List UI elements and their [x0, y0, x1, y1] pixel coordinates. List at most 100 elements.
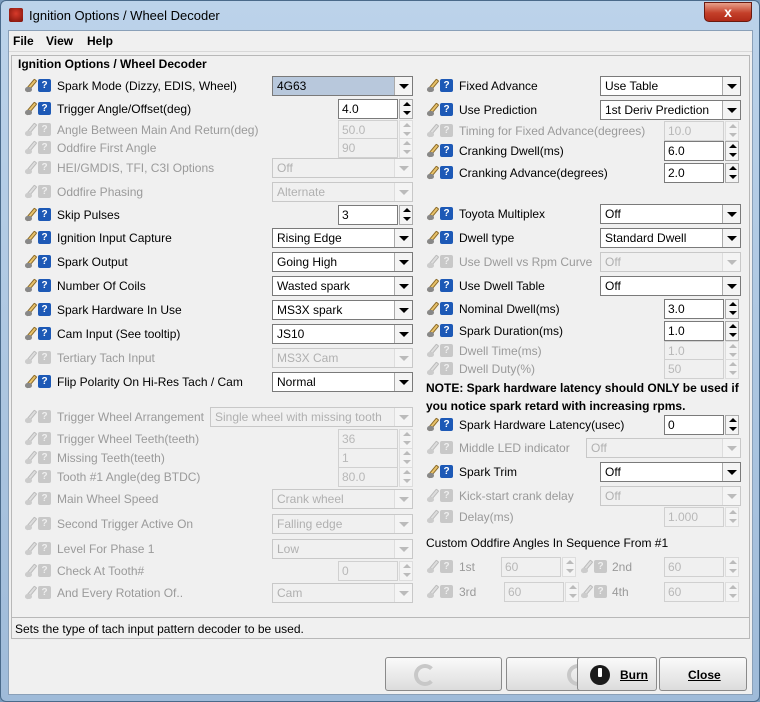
undo-button[interactable] — [385, 657, 502, 691]
chevron-down-icon[interactable] — [722, 229, 740, 247]
title-bar[interactable]: Ignition Options / Wheel Decoder x — [1, 1, 759, 29]
edit-icon[interactable] — [24, 254, 38, 269]
num-coils-select[interactable]: Wasted spark — [272, 276, 413, 296]
spark-hw-select[interactable]: MS3X spark — [272, 300, 413, 320]
edit-icon[interactable] — [426, 464, 440, 479]
chevron-down-icon[interactable] — [394, 277, 412, 295]
menu-help[interactable]: Help — [87, 34, 113, 48]
edit-icon[interactable] — [24, 101, 38, 116]
help-icon[interactable]: ? — [440, 465, 453, 478]
chevron-down-icon[interactable] — [394, 301, 412, 319]
row-oddfire-phasing: ? Oddfire Phasing Alternate — [24, 181, 424, 203]
flip-polarity-select[interactable]: Normal — [272, 372, 413, 392]
help-icon[interactable]: ? — [38, 231, 51, 244]
help-icon[interactable]: ? — [38, 102, 51, 115]
chevron-down-icon[interactable] — [722, 277, 740, 295]
edit-icon[interactable] — [24, 278, 38, 293]
edit-icon[interactable] — [24, 302, 38, 317]
dwell-type-select[interactable]: Standard Dwell — [600, 228, 741, 248]
help-icon[interactable]: ? — [440, 207, 453, 220]
dwell-table-select[interactable]: Off — [600, 276, 741, 296]
nominal-dwell-input[interactable]: 3.0 — [664, 299, 739, 319]
help-icon[interactable]: ? — [440, 103, 453, 116]
spinner-icon[interactable] — [725, 415, 739, 435]
spinner-icon[interactable] — [725, 163, 739, 183]
spinner-icon — [725, 359, 739, 379]
help-icon: ? — [440, 124, 453, 137]
help-icon[interactable]: ? — [38, 303, 51, 316]
chevron-down-icon[interactable] — [394, 325, 412, 343]
chevron-down-icon[interactable] — [722, 463, 740, 481]
chevron-down-icon[interactable] — [394, 77, 412, 95]
spark-trim-select[interactable]: Off — [600, 462, 741, 482]
row-input-capture: ? Ignition Input Capture Rising Edge — [24, 227, 424, 249]
edit-icon[interactable] — [426, 143, 440, 158]
help-icon[interactable]: ? — [38, 79, 51, 92]
help-icon[interactable]: ? — [440, 302, 453, 315]
edit-icon[interactable] — [426, 165, 440, 180]
help-icon[interactable]: ? — [440, 418, 453, 431]
chevron-down-icon[interactable] — [722, 77, 740, 95]
spinner-icon — [399, 467, 413, 487]
cam-input-select[interactable]: JS10 — [272, 324, 413, 344]
menu-file[interactable]: File — [13, 34, 34, 48]
chevron-down-icon[interactable] — [394, 229, 412, 247]
input-capture-select[interactable]: Rising Edge — [272, 228, 413, 248]
cranking-advance-input[interactable]: 2.0 — [664, 163, 739, 183]
burn-button[interactable]: Burn — [577, 657, 657, 691]
help-icon[interactable]: ? — [38, 375, 51, 388]
spark-duration-input[interactable]: 1.0 — [664, 321, 739, 341]
edit-icon[interactable] — [24, 207, 38, 222]
help-icon[interactable]: ? — [38, 327, 51, 340]
field-label: 3rd — [459, 585, 477, 599]
help-icon[interactable]: ? — [440, 279, 453, 292]
latency-input[interactable]: 0 — [664, 415, 739, 435]
trigger-angle-input[interactable]: 4.0 — [338, 99, 413, 119]
edit-icon[interactable] — [24, 78, 38, 93]
menu-view[interactable]: View — [46, 34, 73, 48]
help-icon[interactable]: ? — [440, 79, 453, 92]
help-icon[interactable]: ? — [38, 208, 51, 221]
help-icon[interactable]: ? — [38, 255, 51, 268]
chevron-down-icon — [722, 253, 740, 271]
cranking-dwell-input[interactable]: 6.0 — [664, 141, 739, 161]
edit-icon[interactable] — [24, 230, 38, 245]
help-icon[interactable]: ? — [440, 166, 453, 179]
help-icon[interactable]: ? — [440, 324, 453, 337]
chevron-down-icon[interactable] — [722, 205, 740, 223]
use-prediction-select[interactable]: 1st Deriv Prediction — [600, 100, 741, 120]
edit-icon[interactable] — [426, 278, 440, 293]
help-icon[interactable]: ? — [440, 231, 453, 244]
spinner-icon[interactable] — [399, 99, 413, 119]
help-icon: ? — [440, 585, 453, 598]
fixed-advance-select[interactable]: Use Table — [600, 76, 741, 96]
skip-pulses-input[interactable]: 3 — [338, 205, 413, 225]
toyota-select[interactable]: Off — [600, 204, 741, 224]
chevron-down-icon[interactable] — [394, 373, 412, 391]
help-icon[interactable]: ? — [440, 144, 453, 157]
edit-icon[interactable] — [24, 326, 38, 341]
edit-icon[interactable] — [426, 102, 440, 117]
chevron-down-icon[interactable] — [722, 101, 740, 119]
spinner-icon[interactable] — [399, 205, 413, 225]
edit-icon[interactable] — [24, 374, 38, 389]
chevron-down-icon[interactable] — [394, 253, 412, 271]
edit-icon[interactable] — [426, 230, 440, 245]
field-label: Spark Output — [57, 255, 128, 269]
row-every-rotation: ? And Every Rotation Of.. Cam — [24, 582, 424, 604]
spark-mode-select[interactable]: 4G63 — [272, 76, 413, 96]
edit-icon[interactable] — [426, 417, 440, 432]
edit-icon[interactable] — [426, 206, 440, 221]
edit-icon[interactable] — [426, 301, 440, 316]
close-button[interactable]: Close — [659, 657, 747, 691]
edit-icon[interactable] — [426, 78, 440, 93]
window-close-button[interactable]: x — [704, 2, 752, 22]
spinner-icon[interactable] — [725, 321, 739, 341]
help-icon: ? — [440, 255, 453, 268]
spark-output-select[interactable]: Going High — [272, 252, 413, 272]
spinner-icon[interactable] — [725, 299, 739, 319]
spinner-icon[interactable] — [725, 141, 739, 161]
main-speed-select: Crank wheel — [272, 489, 413, 509]
help-icon[interactable]: ? — [38, 279, 51, 292]
edit-icon[interactable] — [426, 323, 440, 338]
